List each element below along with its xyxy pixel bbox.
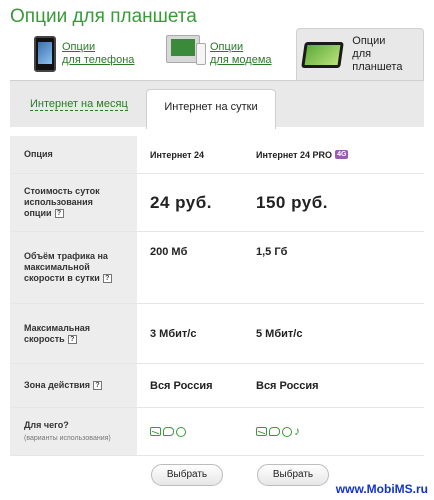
row-traffic-label-1: Объём трафика на bbox=[24, 251, 108, 261]
envelope-icon bbox=[150, 427, 161, 436]
table-header-row: Опция Интернет 24 Интернет 24 PRO 4G bbox=[10, 136, 424, 174]
options-table: Опция Интернет 24 Интернет 24 PRO 4G Сто… bbox=[10, 136, 424, 496]
tab-internet-month[interactable]: Интернет на месяц bbox=[30, 98, 128, 111]
tab-phone-line1: Опции bbox=[62, 41, 96, 53]
tab-modem-options[interactable]: Опции для модема bbox=[160, 28, 290, 80]
tab-modem-line2: для модема bbox=[210, 54, 272, 66]
row-speed-label-2: скорость bbox=[24, 333, 65, 344]
tablet-icon bbox=[301, 41, 345, 68]
music-note-icon: ♪ bbox=[294, 424, 300, 438]
header-plan1: Интернет 24 bbox=[150, 149, 205, 160]
row-cost-label-3: опции bbox=[24, 208, 52, 218]
usage-icons-plan2: ♪ bbox=[256, 424, 302, 438]
table-row-cost: Стоимость суток использования опции? 24 … bbox=[10, 174, 424, 232]
tab-tablet-line2: для планшета bbox=[352, 48, 403, 73]
tab-internet-day[interactable]: Интернет на сутки bbox=[146, 89, 276, 129]
usage-icons-plan1 bbox=[150, 426, 186, 437]
cost-plan2: 150 руб. bbox=[256, 192, 328, 212]
speed-plan2: 5 Мбит/с bbox=[256, 327, 303, 340]
page-title: Опции для планшета bbox=[10, 6, 197, 27]
table-row-speed: Максимальная скорость? 3 Мбит/с 5 Мбит/с bbox=[10, 304, 424, 364]
header-plan2: Интернет 24 PRO 4G bbox=[256, 136, 349, 173]
traffic-plan1: 200 Мб bbox=[150, 246, 188, 258]
header-option-label: Опция bbox=[24, 149, 53, 159]
tab-tablet-line1: Опции bbox=[352, 35, 386, 47]
zone-plan1: Вся Россия bbox=[150, 379, 213, 392]
tab-modem-line1: Опции bbox=[210, 41, 244, 53]
tab-tablet-options[interactable]: Опции для планшета bbox=[296, 28, 424, 80]
help-icon[interactable]: ? bbox=[102, 274, 112, 284]
globe-icon bbox=[176, 426, 186, 437]
tab-phone-line2: для телефона bbox=[62, 54, 135, 66]
header-plan2-name: Интернет 24 PRO bbox=[256, 149, 333, 160]
tab-phone-options[interactable]: Опции для телефона bbox=[22, 28, 152, 80]
row-zone-label: Зона действия bbox=[24, 380, 91, 390]
row-cost-label-2: использования bbox=[24, 197, 93, 207]
phone-icon bbox=[34, 36, 56, 72]
row-traffic-label-3: скорости в сутки bbox=[24, 273, 100, 283]
zone-plan2: Вся Россия bbox=[256, 379, 319, 392]
choose-plan1-button[interactable]: Выбрать bbox=[151, 464, 223, 486]
choose-plan2-button[interactable]: Выбрать bbox=[257, 464, 329, 486]
row-cost-label-1: Стоимость суток bbox=[24, 186, 100, 196]
row-usage-note: (варианты использования) bbox=[24, 434, 111, 442]
help-icon[interactable]: ? bbox=[54, 209, 64, 219]
table-row-zone: Зона действия? Вся Россия Вся Россия bbox=[10, 364, 424, 408]
row-speed-label-1: Максимальная bbox=[24, 322, 91, 333]
table-row-usage: Для чего? (варианты использования) ♪ bbox=[10, 408, 424, 456]
envelope-icon bbox=[256, 427, 267, 436]
modem-icon bbox=[160, 35, 206, 73]
badge-4g: 4G bbox=[335, 150, 349, 159]
chat-icon bbox=[269, 427, 280, 436]
help-icon[interactable]: ? bbox=[67, 334, 77, 344]
traffic-plan2: 1,5 Гб bbox=[256, 246, 288, 258]
help-icon[interactable]: ? bbox=[93, 381, 103, 391]
speed-plan1: 3 Мбит/с bbox=[150, 327, 197, 340]
cost-plan1: 24 руб. bbox=[150, 192, 212, 212]
row-usage-label: Для чего? bbox=[24, 419, 69, 430]
globe-icon bbox=[282, 426, 292, 437]
period-tabs: Интернет на месяц Интернет на сутки bbox=[10, 80, 424, 129]
chat-icon bbox=[163, 427, 174, 436]
category-tabs: Опции для телефона Опции для модема Опци… bbox=[10, 28, 424, 80]
watermark: www.MobiMS.ru bbox=[335, 482, 428, 496]
row-traffic-label-2: максимальной bbox=[24, 262, 90, 272]
table-row-traffic: Объём трафика на максимальной скорости в… bbox=[10, 232, 424, 304]
